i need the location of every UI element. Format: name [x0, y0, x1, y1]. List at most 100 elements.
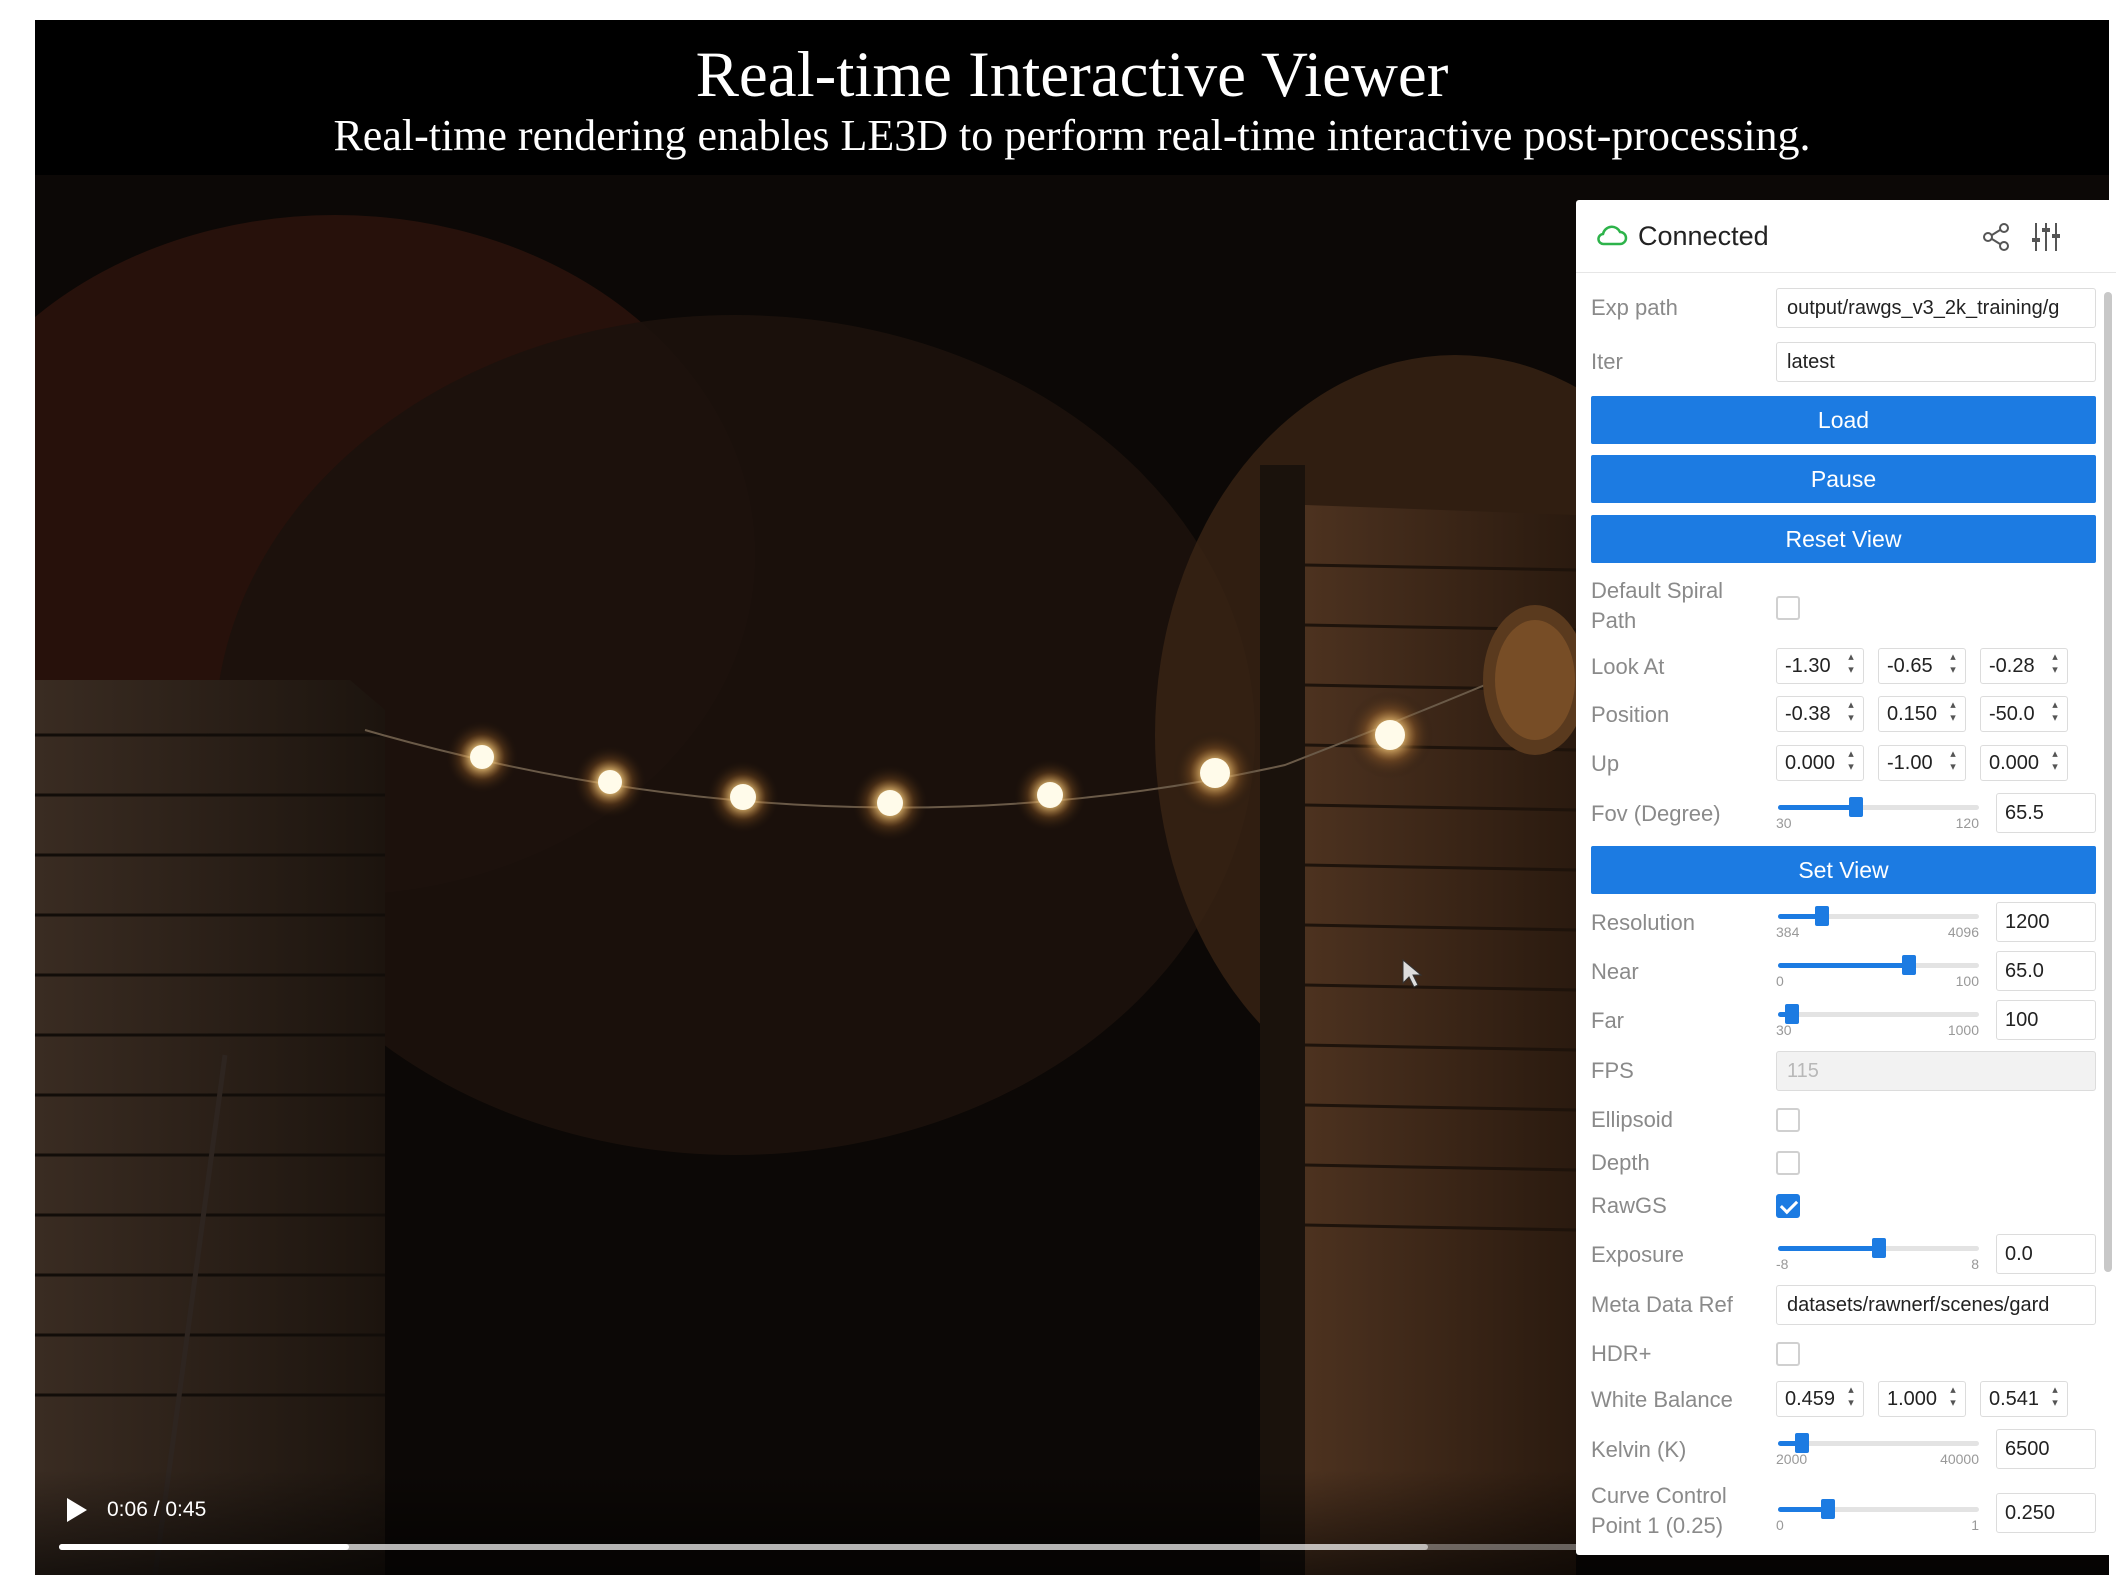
pause-button[interactable]: Pause: [1591, 455, 2096, 503]
up-z-value: 0.000: [1989, 752, 2040, 774]
far-max: 1000: [1947, 1022, 1979, 1038]
look-at-y-input[interactable]: -0.65 ▴ ▾: [1878, 648, 1966, 684]
far-slider[interactable]: 30 1000: [1776, 1000, 1981, 1042]
resolution-slider[interactable]: 384 4096: [1776, 902, 1981, 944]
curve-control-max: 1: [1971, 1517, 1979, 1533]
stepper-arrows[interactable]: ▴ ▾: [1945, 748, 1961, 778]
exposure-min: -8: [1776, 1256, 1789, 1272]
tune-icon[interactable]: [2029, 220, 2063, 254]
hdr-plus-checkbox[interactable]: [1776, 1342, 1800, 1366]
white-balance-r-input[interactable]: 0.459 ▴ ▾: [1776, 1381, 1864, 1417]
curve-control-slider[interactable]: 01: [1776, 1495, 1981, 1537]
slider-handle[interactable]: [1821, 1499, 1836, 1519]
video-progress-played: [59, 1544, 349, 1550]
stepper-arrows[interactable]: ▴ ▾: [2047, 699, 2063, 729]
stepper-arrows[interactable]: ▴ ▾: [1945, 651, 1961, 681]
meta-data-ref-input[interactable]: datasets/rawnerf/scenes/gard: [1776, 1285, 2096, 1325]
look-at-x-input[interactable]: -1.30 ▴ ▾: [1776, 648, 1864, 684]
resolution-min: 384: [1776, 924, 1800, 940]
fov-slider[interactable]: 30 120: [1776, 793, 1981, 835]
play-icon[interactable]: [65, 1497, 89, 1523]
panel-scrollbar[interactable]: [2104, 292, 2112, 1272]
slider-fill: [1778, 1507, 1826, 1512]
video-subtitle: Real-time rendering enables LE3D to perf…: [333, 111, 1811, 160]
slider-handle[interactable]: [1901, 955, 1916, 975]
look-at-label: Look At: [1591, 654, 1665, 679]
stepper-arrows[interactable]: ▴ ▾: [1945, 1384, 1961, 1414]
far-value-input[interactable]: 100: [1996, 1000, 2096, 1040]
slider-handle[interactable]: [1871, 1238, 1886, 1258]
up-y-value: -1.00: [1887, 752, 1933, 774]
stepper-arrows[interactable]: ▴ ▾: [2047, 748, 2063, 778]
stepper-arrows[interactable]: ▴ ▾: [1843, 651, 1859, 681]
curve-control-min: 0: [1776, 1517, 1784, 1533]
share-icon[interactable]: [1981, 222, 2011, 252]
resolution-value-input[interactable]: 1200: [1996, 902, 2096, 942]
position-x-value: -0.38: [1785, 703, 1831, 725]
white-balance-b-input[interactable]: 0.541 ▴ ▾: [1980, 1381, 2068, 1417]
white-balance-g-input[interactable]: 1.000 ▴ ▾: [1878, 1381, 1966, 1417]
reset-view-button[interactable]: Reset View: [1591, 515, 2096, 563]
iter-input[interactable]: latest: [1776, 342, 2096, 382]
stepper-arrows[interactable]: ▴ ▾: [2047, 1384, 2063, 1414]
near-slider[interactable]: 0 100: [1776, 951, 1981, 993]
near-max: 100: [1955, 973, 1979, 989]
far-label: Far: [1591, 1008, 1624, 1033]
up-z-input[interactable]: 0.000 ▴ ▾: [1980, 745, 2068, 781]
slider-fill: [1778, 963, 1908, 968]
kelvin-min: 2000: [1776, 1451, 1808, 1467]
kelvin-label: Kelvin (K): [1591, 1437, 1687, 1462]
stepper-arrows[interactable]: ▴ ▾: [1843, 699, 1859, 729]
stepper-arrows[interactable]: ▴ ▾: [1843, 1384, 1859, 1414]
near-value-input[interactable]: 65.0: [1996, 951, 2096, 991]
slider-fill: [1778, 1246, 1877, 1251]
position-z-value: -50.0: [1989, 703, 2035, 725]
video-title: Real-time Interactive Viewer: [695, 39, 1449, 111]
set-view-button[interactable]: Set View: [1591, 846, 2096, 894]
exp-path-input[interactable]: output/rawgs_v3_2k_training/g: [1776, 288, 2096, 328]
exposure-value-input[interactable]: 0.0: [1996, 1234, 2096, 1274]
default-spiral-checkbox[interactable]: [1776, 596, 1800, 620]
white-balance-g-value: 1.000: [1887, 1388, 1938, 1410]
exposure-max: 8: [1971, 1256, 1979, 1272]
title-banner: Real-time Interactive Viewer Real-time r…: [35, 20, 2109, 175]
position-z-input[interactable]: -50.0 ▴ ▾: [1980, 696, 2068, 732]
up-y-input[interactable]: -1.00 ▴ ▾: [1878, 745, 1966, 781]
position-x-input[interactable]: -0.38 ▴ ▾: [1776, 696, 1864, 732]
panel-header: Connected: [1576, 200, 2116, 273]
stepper-arrows[interactable]: ▴ ▾: [1843, 748, 1859, 778]
exposure-slider[interactable]: -8 8: [1776, 1234, 1981, 1276]
position-y-value: 0.150: [1887, 703, 1938, 725]
slider-handle[interactable]: [1795, 1433, 1810, 1453]
ellipsoid-checkbox[interactable]: [1776, 1108, 1800, 1132]
depth-label: Depth: [1591, 1150, 1650, 1175]
slider-track: [1778, 1012, 1979, 1017]
up-x-value: 0.000: [1785, 752, 1836, 774]
slider-handle[interactable]: [1815, 906, 1830, 926]
look-at-z-input[interactable]: -0.28 ▴ ▾: [1980, 648, 2068, 684]
stepper-arrows[interactable]: ▴ ▾: [2047, 651, 2063, 681]
curve-control-value-input[interactable]: 0.250: [1996, 1493, 2096, 1533]
rawgs-checkbox[interactable]: [1776, 1194, 1800, 1218]
stepper-arrows[interactable]: ▴ ▾: [1945, 699, 1961, 729]
load-button[interactable]: Load: [1591, 396, 2096, 444]
white-balance-r-value: 0.459: [1785, 1388, 1836, 1410]
look-at-y-value: -0.65: [1887, 655, 1933, 677]
near-min: 0: [1776, 973, 1784, 989]
kelvin-value-input[interactable]: 6500: [1996, 1429, 2096, 1469]
up-x-input[interactable]: 0.000 ▴ ▾: [1776, 745, 1864, 781]
exp-path-label: Exp path: [1591, 295, 1678, 320]
look-at-z-value: -0.28: [1989, 655, 2035, 677]
slider-handle[interactable]: [1785, 1004, 1800, 1024]
fov-value-input[interactable]: 65.5: [1996, 793, 2096, 833]
depth-checkbox[interactable]: [1776, 1151, 1800, 1175]
slider-handle[interactable]: [1849, 797, 1864, 817]
connection-status: Connected: [1638, 221, 1769, 251]
resolution-label: Resolution: [1591, 910, 1695, 935]
kelvin-slider[interactable]: 2000 40000: [1776, 1429, 1981, 1471]
kelvin-max: 40000: [1940, 1451, 1979, 1467]
far-min: 30: [1776, 1022, 1792, 1038]
iter-label: Iter: [1591, 349, 1623, 374]
position-label: Position: [1591, 702, 1670, 727]
position-y-input[interactable]: 0.150 ▴ ▾: [1878, 696, 1966, 732]
